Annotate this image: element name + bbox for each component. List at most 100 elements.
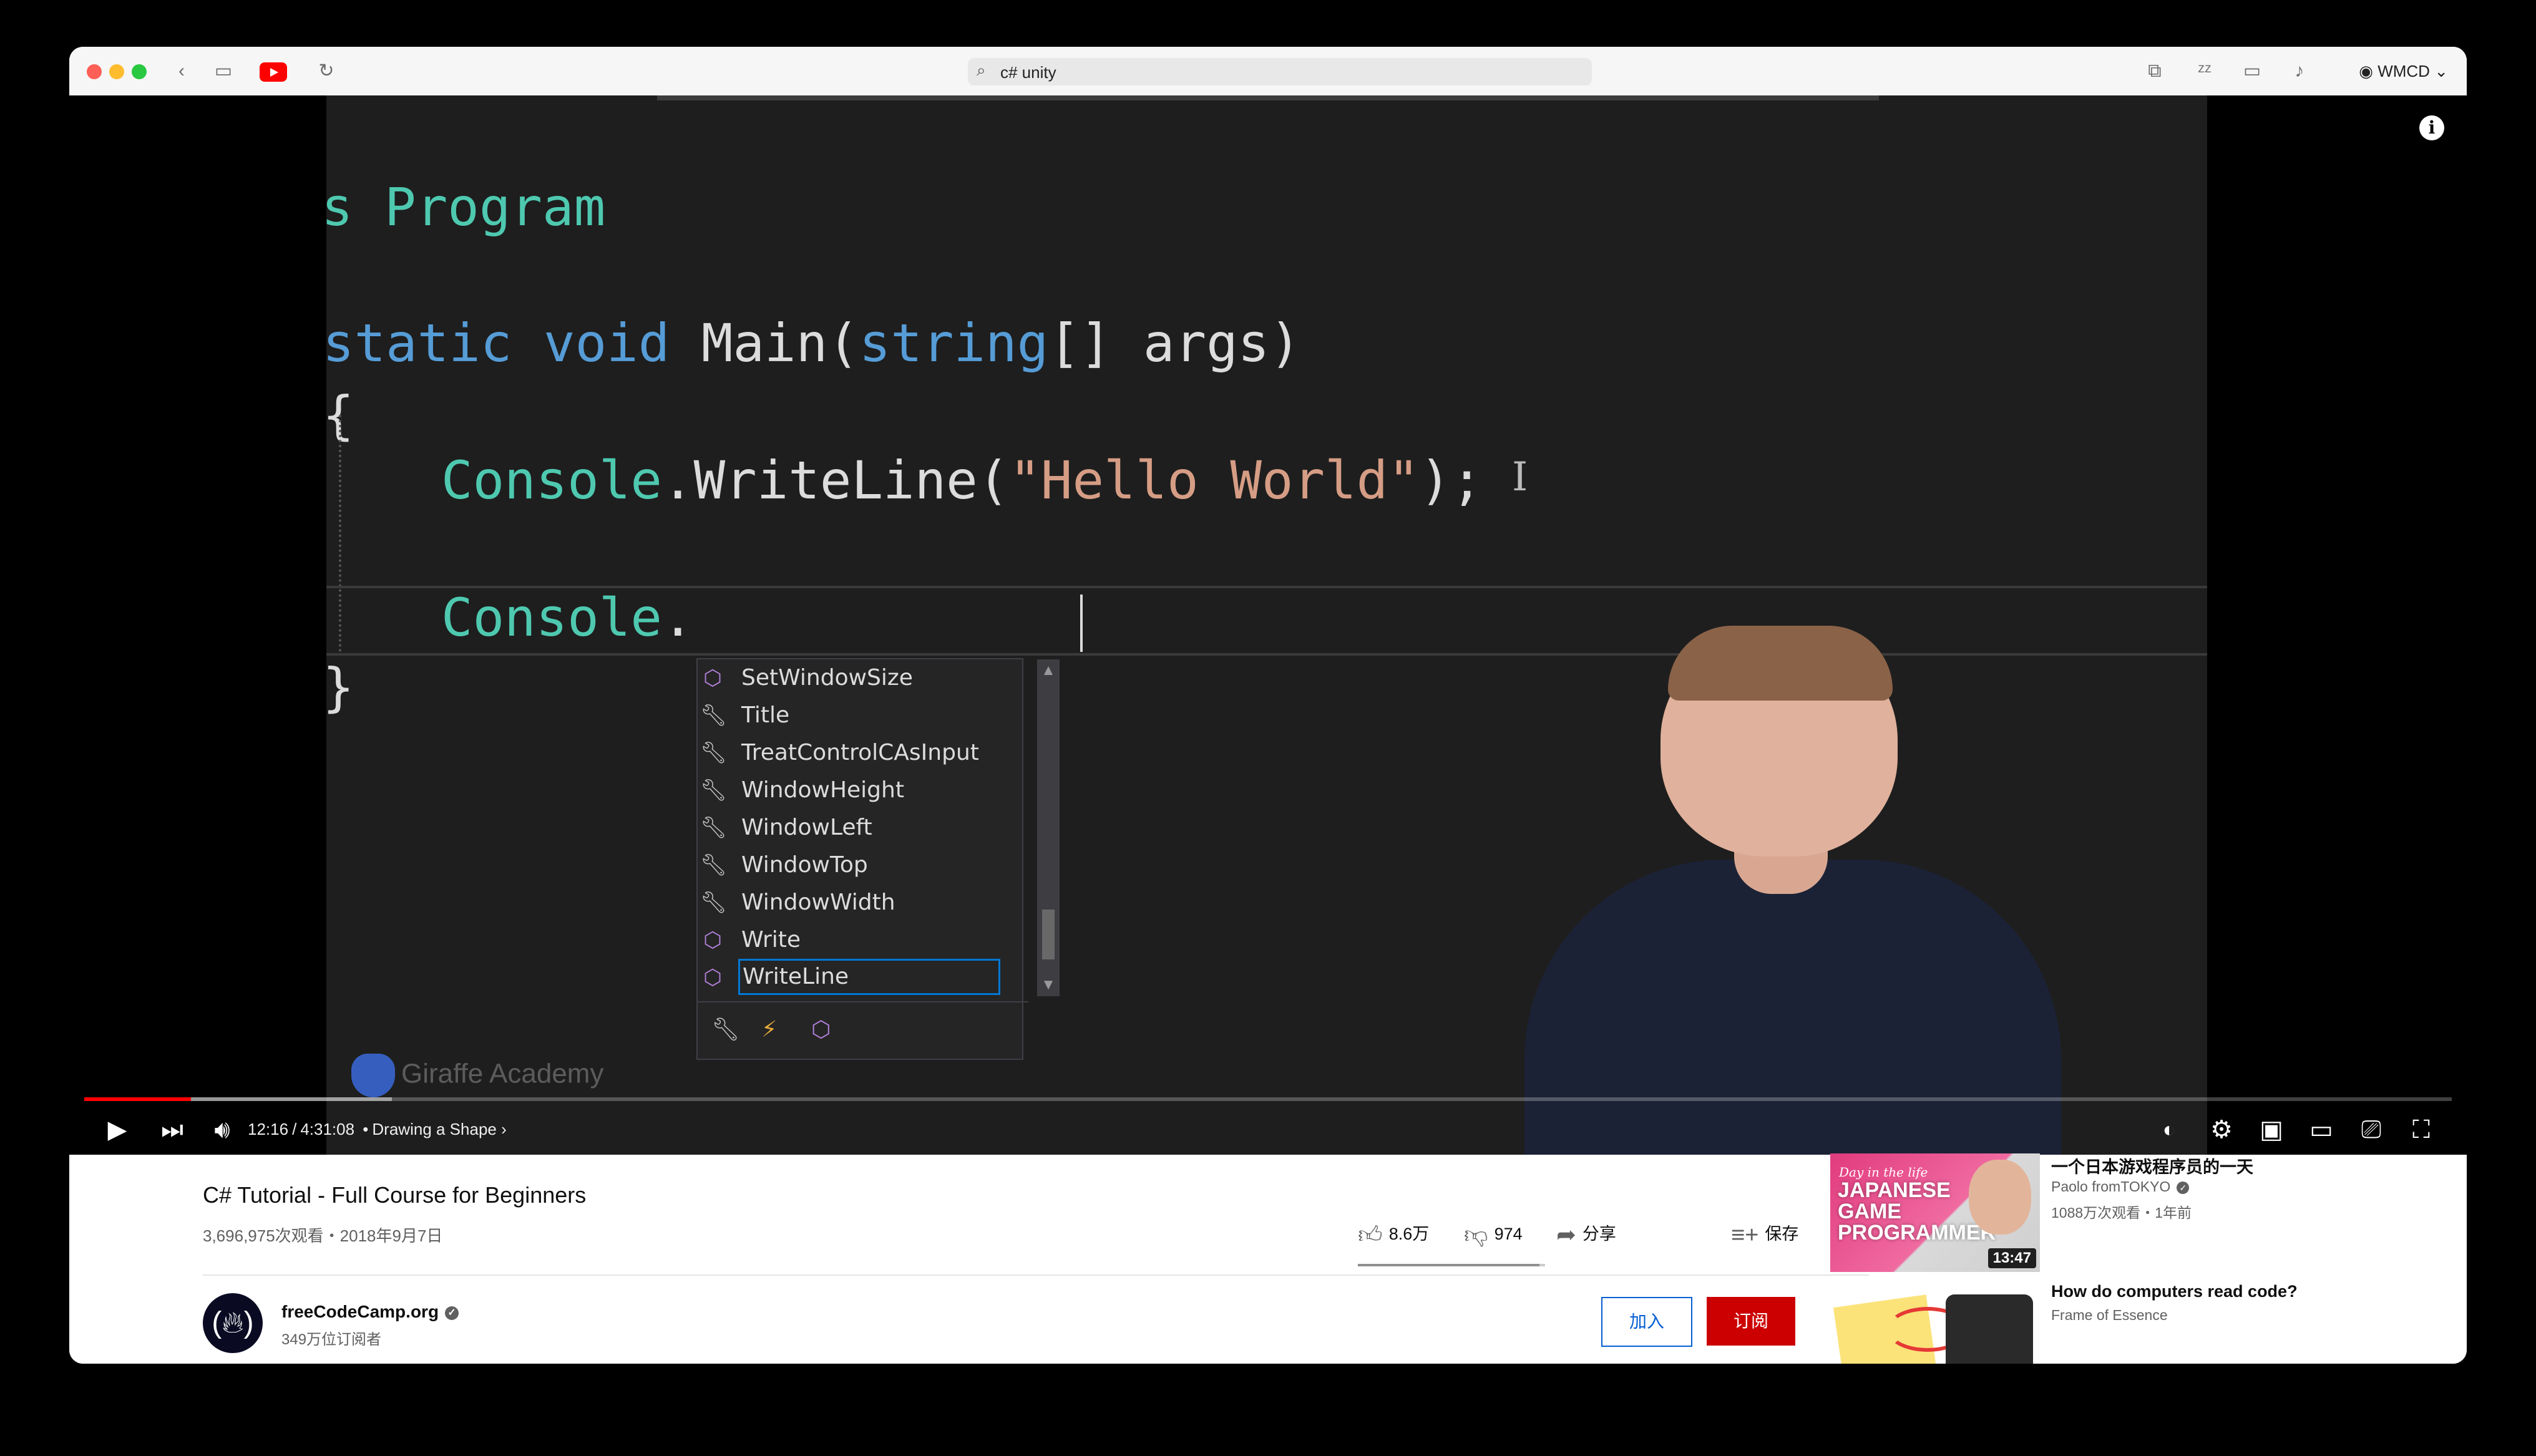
code-brace-close: } (326, 657, 354, 718)
watch-metadata: C# Tutorial - Full Course for Beginners … (69, 1153, 2467, 1364)
filter-methods-cube-icon[interactable]: ⬡ (811, 1016, 831, 1042)
total-duration: 4:31:08 (300, 1120, 355, 1138)
screen-share-icon[interactable]: ⧉ (2141, 58, 2168, 84)
intellisense-item[interactable]: 🔧︎ Title (698, 697, 1028, 734)
airplay-icon[interactable]: ⎚ (2349, 1110, 2393, 1150)
intellisense-item-label: TreatControlCAsInput (741, 740, 979, 765)
time-display: 12:16/4:31:08 • Drawing a Shape › (248, 1120, 507, 1138)
verified-check-icon: ✓ (445, 1306, 459, 1320)
thumbnail-person (1969, 1160, 2031, 1235)
chapter-title[interactable]: Drawing a Shape (372, 1120, 496, 1138)
like-button[interactable]: 👍︎ 8.6万 (1358, 1218, 1429, 1250)
fullscreen-icon[interactable]: ⛶ (2399, 1110, 2443, 1150)
subscribe-button[interactable]: 订阅 (1707, 1297, 1795, 1346)
intellisense-item-label: WindowHeight (741, 777, 904, 803)
intellisense-item[interactable]: 🔧︎ WindowWidth (698, 884, 1028, 921)
scroll-up-arrow-icon[interactable]: ▲ (1040, 662, 1057, 679)
sidebar-toggle-icon[interactable]: ▭ (208, 58, 239, 84)
share-button[interactable]: ➦ 分享 (1556, 1218, 1616, 1250)
video-duration-badge: 13:47 (1987, 1248, 2036, 1268)
channel-avatar[interactable]: (🔥︎) (203, 1293, 263, 1353)
theater-mode-icon[interactable]: ▭ (2299, 1110, 2343, 1150)
reload-icon[interactable]: ↻ (314, 58, 339, 84)
next-icon[interactable]: ⏭ (150, 1110, 194, 1150)
intellisense-list[interactable]: ⬡ SetWindowSize 🔧︎ Title 🔧︎ TreatControlCAsIn… (696, 658, 1060, 1060)
recommendation-channel[interactable]: Frame of Essence (2051, 1307, 2168, 1324)
browser-toolbar: ‹ ▭ ↻ ⌕ c# unity ⧉ ᶻᶻ ▭ ♪ ◉ WMCD ⌄ (69, 47, 2467, 96)
video-player[interactable]: s Program static void Main(string[] args… (69, 95, 2467, 1155)
intellisense-scrollbar[interactable]: ▲ ▼ (1037, 659, 1060, 996)
recommendation-thumbnail[interactable] (1830, 1282, 2040, 1364)
code-line-writeline: Console.WriteLine("Hello World"); (441, 450, 1483, 511)
dislike-button[interactable]: 👎︎ 974 (1464, 1218, 1523, 1250)
divider (203, 1274, 1869, 1276)
channel-name[interactable]: freeCodeCamp.org (281, 1302, 439, 1321)
filter-properties-wrench-icon[interactable]: 🔧︎ (711, 1016, 740, 1042)
intellisense-item[interactable]: 🔧︎ WindowTop (698, 847, 1028, 884)
scroll-down-arrow-icon[interactable]: ▼ (1040, 976, 1057, 994)
profile-name: WMCD (2378, 62, 2430, 80)
verified-check-icon: ✓ (2177, 1181, 2190, 1194)
ibeam-cursor-icon: I (1512, 454, 1528, 500)
play-icon[interactable]: ▶ (95, 1110, 139, 1150)
channel-watermark: Giraffe Academy (351, 1054, 603, 1097)
video-views-date: 3,696,975次观看・2018年9月7日 (203, 1226, 443, 1245)
settings-gear-icon[interactable]: ⚙ (2200, 1110, 2243, 1150)
info-icon[interactable]: i (2419, 115, 2444, 140)
zoom-window-button[interactable] (132, 64, 147, 79)
thumbnail-tag: Day in the life (1839, 1165, 1928, 1180)
intellisense-item[interactable]: ⬡ WriteLine (698, 959, 1028, 996)
intellisense-item-label: Title (741, 702, 790, 728)
wrench-icon: 🔧︎ (700, 853, 728, 878)
progress-bar[interactable] (84, 1097, 2452, 1101)
volume-icon[interactable]: 🔊︎ (200, 1110, 244, 1150)
recommendation-channel[interactable]: Paolo fromTOKYO ✓ (2051, 1178, 2190, 1195)
chevron-down-icon: ⌄ (2434, 62, 2448, 80)
recommendation-thumbnail[interactable]: Day in the life JAPANESE GAME PROGRAMMER… (1830, 1153, 2040, 1272)
code-line-typing: Console. (441, 587, 694, 648)
bell-icon[interactable]: ♪ (2286, 58, 2313, 84)
current-time: 12:16 (248, 1120, 289, 1138)
address-bar[interactable]: ⌕ c# unity (968, 58, 1592, 85)
intellisense-item[interactable]: 🔧︎ TreatControlCAsInput (698, 734, 1028, 772)
recommendation-title[interactable]: 一个日本游戏程序员的一天 (2051, 1153, 2253, 1178)
intellisense-item[interactable]: ⬡ Write (698, 921, 1028, 959)
sleep-icon[interactable]: ᶻᶻ (2191, 58, 2218, 84)
recommendation-meta: 1088万次观看・1年前 (2051, 1205, 2192, 1221)
wrench-icon: 🔧︎ (700, 815, 728, 840)
thumbnail-computer (1946, 1294, 2033, 1364)
intellisense-item-label: WindowLeft (741, 815, 872, 840)
dislike-count: 974 (1494, 1225, 1523, 1243)
save-label: 保存 (1765, 1225, 1799, 1243)
youtube-favicon-icon (260, 62, 287, 82)
close-window-button[interactable] (87, 64, 102, 79)
giraffe-logo-icon (351, 1054, 395, 1097)
join-button[interactable]: 加入 (1601, 1297, 1692, 1347)
editor-top-bar (657, 95, 1879, 100)
search-icon: ⌕ (977, 61, 986, 79)
method-icon: ⬡ (703, 965, 722, 990)
channel-name-row[interactable]: freeCodeCamp.org ✓ (281, 1302, 459, 1322)
miniplayer-icon[interactable]: ▣ (2250, 1110, 2293, 1150)
intellisense-item[interactable]: 🔧︎ WindowHeight (698, 772, 1028, 809)
scrollbar-thumb[interactable] (1042, 910, 1055, 960)
intellisense-item[interactable]: 🔧︎ WindowLeft (698, 809, 1028, 847)
intellisense-item[interactable]: ⬡ SetWindowSize (698, 659, 1028, 697)
profile-avatar-icon: ◉ (2359, 62, 2373, 80)
autoplay-toggle-icon[interactable]: ◐ (2147, 1110, 2191, 1150)
chevron-right-icon[interactable]: › (501, 1120, 507, 1138)
back-chevron-icon[interactable]: ‹ (169, 58, 194, 84)
recommendation-item[interactable]: How do computers read code? Frame of Ess… (1830, 1282, 2454, 1364)
method-icon: ⬡ (703, 928, 722, 953)
camera-icon[interactable]: ▭ (2238, 58, 2266, 84)
video-title: C# Tutorial - Full Course for Beginners (203, 1182, 587, 1208)
minimize-window-button[interactable] (109, 64, 124, 79)
recommendation-title[interactable]: How do computers read code? (2051, 1282, 2298, 1301)
profile-menu[interactable]: ◉ WMCD ⌄ (2359, 58, 2448, 84)
recommendation-item[interactable]: Day in the life JAPANESE GAME PROGRAMMER… (1830, 1153, 2454, 1272)
code-line-main: static void Main(string[] args) (326, 313, 1301, 374)
save-button[interactable]: ≡+ 保存 (1731, 1218, 1798, 1250)
presenter-body (1524, 860, 2061, 1155)
thumbnail-text: JAPANESE GAME PROGRAMMER (1838, 1178, 1996, 1245)
filter-events-lightning-icon[interactable]: ⚡︎ (761, 1016, 777, 1042)
